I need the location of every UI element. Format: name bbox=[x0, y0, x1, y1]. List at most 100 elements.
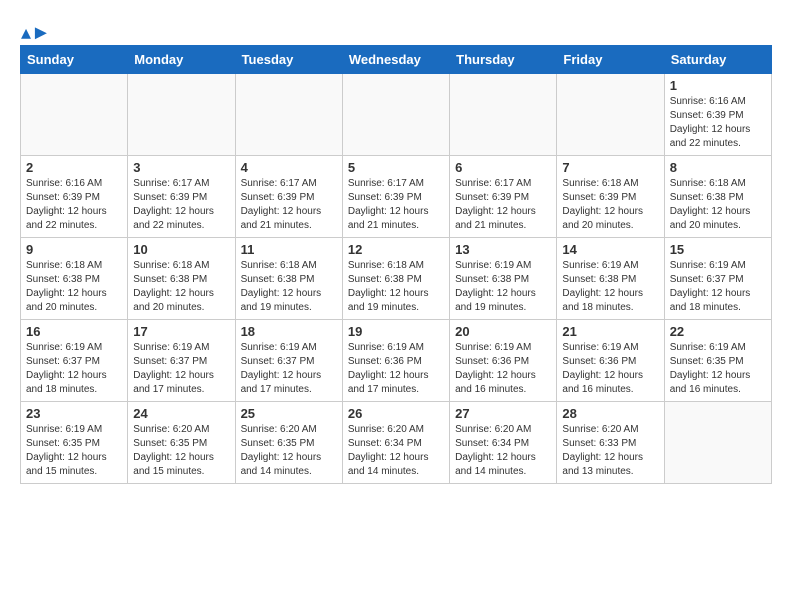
calendar-cell: 17 Sunrise: 6:19 AM Sunset: 6:37 PM Dayli… bbox=[128, 320, 235, 402]
day-info: Sunrise: 6:19 AM Sunset: 6:38 PM Dayligh… bbox=[562, 259, 658, 315]
day-info: Sunrise: 6:19 AM Sunset: 6:37 PM Dayligh… bbox=[26, 341, 122, 397]
calendar-cell bbox=[557, 74, 664, 156]
day-number: 27 bbox=[455, 406, 551, 421]
day-info: Sunrise: 6:17 AM Sunset: 6:39 PM Dayligh… bbox=[133, 177, 229, 233]
calendar-cell: 18Sunrise: 6:19 AM Sunset: 6:37 PM Dayli… bbox=[235, 320, 342, 402]
day-info: Sunrise: 6:17 AM Sunset: 6:39 PM Dayligh… bbox=[241, 177, 337, 233]
calendar-cell: 3 Sunrise: 6:17 AM Sunset: 6:39 PM Daylig… bbox=[128, 156, 235, 238]
day-info: Sunrise: 6:19 AM Sunset: 6:36 PM Dayligh… bbox=[348, 341, 444, 397]
day-number: 3 bbox=[133, 160, 229, 175]
calendar-cell bbox=[21, 74, 128, 156]
day-info: Sunrise: 6:19 AM Sunset: 6:36 PM Dayligh… bbox=[562, 341, 658, 397]
day-number: 8 bbox=[670, 160, 766, 175]
day-number: 22 bbox=[670, 324, 766, 339]
calendar-cell: 20 Sunrise: 6:19 AM Sunset: 6:36 PM Dayli… bbox=[450, 320, 557, 402]
calendar-cell bbox=[342, 74, 449, 156]
calendar-table: SundayMondayTuesdayWednesdayThursdayFrid… bbox=[20, 45, 772, 484]
day-number: 16 bbox=[26, 324, 122, 339]
calendar-cell bbox=[235, 74, 342, 156]
day-info: Sunrise: 6:18 AM Sunset: 6:38 PM Dayligh… bbox=[26, 259, 122, 315]
day-number: 28 bbox=[562, 406, 658, 421]
day-info: Sunrise: 6:17 AM Sunset: 6:39 PM Dayligh… bbox=[348, 177, 444, 233]
calendar-cell: 23 Sunrise: 6:19 AM Sunset: 6:35 PM Dayli… bbox=[21, 402, 128, 484]
day-info: Sunrise: 6:19 AM Sunset: 6:36 PM Dayligh… bbox=[455, 341, 551, 397]
calendar-week-row: 9 Sunrise: 6:18 AM Sunset: 6:38 PM Daylig… bbox=[21, 238, 772, 320]
day-number: 6 bbox=[455, 160, 551, 175]
calendar-cell: 16 Sunrise: 6:19 AM Sunset: 6:37 PM Dayli… bbox=[21, 320, 128, 402]
calendar-cell: 24 Sunrise: 6:20 AM Sunset: 6:35 PM Dayli… bbox=[128, 402, 235, 484]
calendar-cell: 2Sunrise: 6:16 AM Sunset: 6:39 PM Daylig… bbox=[21, 156, 128, 238]
day-number: 25 bbox=[241, 406, 337, 421]
calendar-cell: 8 Sunrise: 6:18 AM Sunset: 6:38 PM Daylig… bbox=[664, 156, 771, 238]
weekday-header: Sunday bbox=[21, 46, 128, 74]
day-info: Sunrise: 6:17 AM Sunset: 6:39 PM Dayligh… bbox=[455, 177, 551, 233]
calendar-cell: 14 Sunrise: 6:19 AM Sunset: 6:38 PM Dayli… bbox=[557, 238, 664, 320]
calendar-cell: 25 Sunrise: 6:20 AM Sunset: 6:35 PM Dayli… bbox=[235, 402, 342, 484]
day-info: Sunrise: 6:19 AM Sunset: 6:38 PM Dayligh… bbox=[455, 259, 551, 315]
weekday-header: Thursday bbox=[450, 46, 557, 74]
day-number: 1 bbox=[670, 78, 766, 93]
calendar-cell: 5Sunrise: 6:17 AM Sunset: 6:39 PM Daylig… bbox=[342, 156, 449, 238]
day-info: Sunrise: 6:18 AM Sunset: 6:39 PM Dayligh… bbox=[562, 177, 658, 233]
day-number: 24 bbox=[133, 406, 229, 421]
day-number: 7 bbox=[562, 160, 658, 175]
calendar-cell bbox=[450, 74, 557, 156]
day-info: Sunrise: 6:19 AM Sunset: 6:35 PM Dayligh… bbox=[670, 341, 766, 397]
day-info: Sunrise: 6:20 AM Sunset: 6:35 PM Dayligh… bbox=[133, 423, 229, 479]
day-number: 20 bbox=[455, 324, 551, 339]
day-number: 2 bbox=[26, 160, 122, 175]
day-number: 26 bbox=[348, 406, 444, 421]
calendar-cell: 10 Sunrise: 6:18 AM Sunset: 6:38 PM Dayli… bbox=[128, 238, 235, 320]
calendar-week-row: 1 Sunrise: 6:16 AM Sunset: 6:39 PM Daylig… bbox=[21, 74, 772, 156]
calendar-cell: 26 Sunrise: 6:20 AM Sunset: 6:34 PM Dayli… bbox=[342, 402, 449, 484]
weekday-header: Saturday bbox=[664, 46, 771, 74]
day-info: Sunrise: 6:19 AM Sunset: 6:35 PM Dayligh… bbox=[26, 423, 122, 479]
calendar-cell: 4 Sunrise: 6:17 AM Sunset: 6:39 PM Daylig… bbox=[235, 156, 342, 238]
day-number: 9 bbox=[26, 242, 122, 257]
calendar-cell: 15 Sunrise: 6:19 AM Sunset: 6:37 PM Dayli… bbox=[664, 238, 771, 320]
weekday-header: Tuesday bbox=[235, 46, 342, 74]
calendar-week-row: 16 Sunrise: 6:19 AM Sunset: 6:37 PM Dayli… bbox=[21, 320, 772, 402]
day-number: 11 bbox=[241, 242, 337, 257]
weekday-header: Friday bbox=[557, 46, 664, 74]
calendar-cell: 1 Sunrise: 6:16 AM Sunset: 6:39 PM Daylig… bbox=[664, 74, 771, 156]
calendar-cell: 21 Sunrise: 6:19 AM Sunset: 6:36 PM Dayli… bbox=[557, 320, 664, 402]
calendar-cell: 6 Sunrise: 6:17 AM Sunset: 6:39 PM Daylig… bbox=[450, 156, 557, 238]
day-number: 13 bbox=[455, 242, 551, 257]
day-info: Sunrise: 6:20 AM Sunset: 6:34 PM Dayligh… bbox=[455, 423, 551, 479]
calendar-cell: 28Sunrise: 6:20 AM Sunset: 6:33 PM Dayli… bbox=[557, 402, 664, 484]
day-info: Sunrise: 6:19 AM Sunset: 6:37 PM Dayligh… bbox=[241, 341, 337, 397]
calendar-cell: 7 Sunrise: 6:18 AM Sunset: 6:39 PM Daylig… bbox=[557, 156, 664, 238]
day-number: 14 bbox=[562, 242, 658, 257]
calendar-cell: 9 Sunrise: 6:18 AM Sunset: 6:38 PM Daylig… bbox=[21, 238, 128, 320]
day-info: Sunrise: 6:18 AM Sunset: 6:38 PM Dayligh… bbox=[348, 259, 444, 315]
day-number: 15 bbox=[670, 242, 766, 257]
calendar-week-row: 23 Sunrise: 6:19 AM Sunset: 6:35 PM Dayli… bbox=[21, 402, 772, 484]
day-info: Sunrise: 6:18 AM Sunset: 6:38 PM Dayligh… bbox=[241, 259, 337, 315]
calendar-cell bbox=[664, 402, 771, 484]
calendar-cell bbox=[128, 74, 235, 156]
day-number: 4 bbox=[241, 160, 337, 175]
calendar-cell: 13 Sunrise: 6:19 AM Sunset: 6:38 PM Dayli… bbox=[450, 238, 557, 320]
day-info: Sunrise: 6:18 AM Sunset: 6:38 PM Dayligh… bbox=[670, 177, 766, 233]
logo: ▴► bbox=[20, 20, 51, 41]
day-number: 17 bbox=[133, 324, 229, 339]
day-number: 19 bbox=[348, 324, 444, 339]
day-info: Sunrise: 6:19 AM Sunset: 6:37 PM Dayligh… bbox=[670, 259, 766, 315]
logo-bird-icon: ▴► bbox=[21, 20, 51, 45]
calendar-header-row: SundayMondayTuesdayWednesdayThursdayFrid… bbox=[21, 46, 772, 74]
calendar-cell: 12 Sunrise: 6:18 AM Sunset: 6:38 PM Dayli… bbox=[342, 238, 449, 320]
day-info: Sunrise: 6:20 AM Sunset: 6:34 PM Dayligh… bbox=[348, 423, 444, 479]
day-info: Sunrise: 6:16 AM Sunset: 6:39 PM Dayligh… bbox=[670, 95, 766, 151]
day-number: 21 bbox=[562, 324, 658, 339]
day-info: Sunrise: 6:20 AM Sunset: 6:35 PM Dayligh… bbox=[241, 423, 337, 479]
day-number: 23 bbox=[26, 406, 122, 421]
day-info: Sunrise: 6:19 AM Sunset: 6:37 PM Dayligh… bbox=[133, 341, 229, 397]
day-number: 12 bbox=[348, 242, 444, 257]
day-number: 10 bbox=[133, 242, 229, 257]
calendar-week-row: 2Sunrise: 6:16 AM Sunset: 6:39 PM Daylig… bbox=[21, 156, 772, 238]
weekday-header: Wednesday bbox=[342, 46, 449, 74]
day-info: Sunrise: 6:18 AM Sunset: 6:38 PM Dayligh… bbox=[133, 259, 229, 315]
page-header: ▴► bbox=[20, 20, 772, 41]
calendar-cell: 27 Sunrise: 6:20 AM Sunset: 6:34 PM Dayli… bbox=[450, 402, 557, 484]
